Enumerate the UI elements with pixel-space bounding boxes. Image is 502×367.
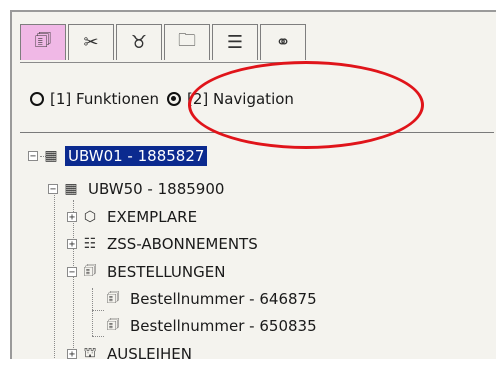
order-icon: 🗊	[106, 290, 120, 306]
cube-icon: ⬡	[83, 209, 97, 225]
building-icon: ▦	[44, 148, 58, 164]
cup-icon: ♉	[130, 32, 148, 53]
tree-item-bestellnummer-646875[interactable]: 🗊 Bestellnummer - 646875	[104, 288, 320, 310]
tree-item-bestellungen[interactable]: − 🗊 BESTELLUNGEN	[67, 261, 228, 283]
binoculars-icon: ⚭	[275, 32, 291, 53]
radio-funktionen-label[interactable]: [1] Funktionen	[50, 90, 159, 108]
tree-item-bestellnummer-650835[interactable]: 🗊 Bestellnummer - 650835	[104, 315, 320, 337]
loan-icon: ⛫	[83, 345, 97, 359]
collapse-toggle[interactable]: −	[48, 184, 58, 195]
expand-toggle[interactable]: +	[67, 239, 77, 250]
scissors-icon: ✂	[83, 32, 99, 53]
tree-item-exemplare[interactable]: + ⬡ EXEMPLARE	[67, 206, 200, 228]
network-icon: ☷	[83, 236, 97, 252]
order-icon: 🗊	[106, 317, 120, 333]
expand-toggle[interactable]: +	[67, 349, 77, 359]
tab-scissors[interactable]: ✂	[68, 24, 114, 60]
tree-item-label: Bestellnummer - 646875	[130, 290, 317, 308]
view-radio-group: [1] Funktionen [2] Navigation	[30, 90, 302, 108]
tree-item-ubw50[interactable]: − ▦ UBW50 - 1885900	[48, 178, 227, 200]
tree-item-label: EXEMPLARE	[107, 208, 198, 226]
collapse-toggle[interactable]: −	[28, 151, 38, 162]
radio-navigation-label[interactable]: [2] Navigation	[187, 90, 294, 108]
expand-toggle[interactable]: +	[67, 212, 77, 223]
building-icon: ▦	[64, 181, 78, 197]
radio-funktionen[interactable]	[30, 92, 44, 106]
folder-icon: 🗀	[178, 29, 196, 51]
tree-item-label: UBW50 - 1885900	[88, 180, 225, 198]
radio-navigation[interactable]	[167, 92, 181, 106]
collapse-toggle[interactable]: −	[67, 267, 77, 278]
panel-frame: 🗊 ✂ ♉ 🗀 ☰ ⚭ [1] Funktionen [2] Navigatio…	[10, 10, 496, 359]
tree-item-label: BESTELLUNGEN	[107, 263, 226, 281]
document-icon: 🗊	[34, 29, 52, 51]
tree-item-label: AUSLEIHEN	[107, 345, 192, 359]
tree-item-label: ZSS-ABONNEMENTS	[107, 235, 258, 253]
tab-folder[interactable]: 🗀	[164, 24, 210, 60]
tab-bar: 🗊 ✂ ♉ 🗀 ☰ ⚭	[20, 24, 308, 63]
tree-item-ubw01[interactable]: − ▦ UBW01 - 1885827	[28, 145, 208, 167]
divider	[20, 132, 494, 133]
stack-icon: ☰	[226, 32, 244, 53]
tab-cup[interactable]: ♉	[116, 24, 162, 60]
tab-stack[interactable]: ☰	[212, 24, 258, 60]
tab-document[interactable]: 🗊	[20, 24, 66, 60]
tab-binoculars[interactable]: ⚭	[260, 24, 306, 60]
tree-item-label: UBW01 - 1885827	[65, 146, 208, 166]
order-icon: 🗊	[83, 263, 97, 279]
tree-item-label: Bestellnummer - 650835	[130, 317, 317, 335]
tree-item-zss-abonnements[interactable]: + ☷ ZSS-ABONNEMENTS	[67, 233, 261, 255]
tree-item-ausleihen[interactable]: + ⛫ AUSLEIHEN	[67, 343, 195, 359]
